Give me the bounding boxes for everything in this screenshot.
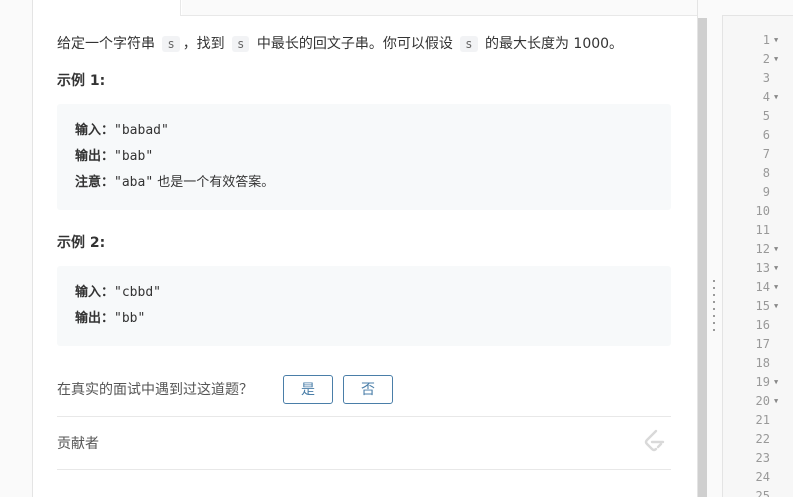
line-number: 25 (755, 488, 770, 497)
line-number-row: 20 ▼ (723, 391, 793, 410)
line-number: 22 (755, 431, 770, 446)
tab-description[interactable] (33, 0, 181, 16)
line-number-row: 19 ▼ (723, 372, 793, 391)
line-number: 8 (762, 165, 770, 180)
line-number-row: 14 ▼ (723, 277, 793, 296)
line-number-row: 7 (723, 144, 793, 163)
line-number: 7 (762, 146, 770, 161)
inline-code-s: s (232, 36, 250, 52)
line-number-row: 8 (723, 163, 793, 182)
line-number-row: 22 (723, 429, 793, 448)
line-number-row: 10 (723, 201, 793, 220)
line-number: 17 (755, 336, 770, 351)
fold-arrow-icon[interactable]: ▼ (774, 93, 788, 101)
line-number: 23 (755, 450, 770, 465)
line-number: 11 (755, 222, 770, 237)
splitter-dot (713, 322, 715, 324)
line-number-row: 24 (723, 467, 793, 486)
description-scrollbar-thumb[interactable] (698, 18, 707, 497)
line-number-row: 12 ▼ (723, 239, 793, 258)
fold-arrow-icon[interactable]: ▼ (774, 245, 788, 253)
line-number-row: 4 ▼ (723, 87, 793, 106)
splitter-dot (713, 301, 715, 303)
line-number-row: 23 (723, 448, 793, 467)
code-editor-panel[interactable]: 1 ▼ 2 ▼ 3 4 ▼ 5 6 7 8 9 10 11 12 ▼ 13 ▼ 14 ▼ 15 ▼ 16 17 18 19 ▼ 20 ▼… (722, 15, 793, 497)
example-1-output: 输出："bab" (75, 149, 154, 164)
line-number-row: 5 (723, 106, 793, 125)
line-number-gutter: 1 ▼ 2 ▼ 3 4 ▼ 5 6 7 8 9 10 11 12 ▼ 13 ▼ 14 ▼ 15 ▼ 16 17 18 19 ▼ 20 ▼… (723, 30, 793, 497)
line-number-row: 21 (723, 410, 793, 429)
contributors-label: 贡献者 (57, 436, 99, 452)
tab-strip-background (182, 0, 697, 15)
panel-resize-handle[interactable] (712, 280, 716, 336)
example-2-box: 输入："cbbd" 输出："bb" (57, 266, 671, 346)
splitter-dot (713, 280, 715, 282)
fold-arrow-icon[interactable]: ▼ (774, 283, 788, 291)
no-button[interactable]: 否 (343, 374, 393, 404)
example-1-box: 输入："babad" 输出："bab" 注意："aba" 也是一个有效答案。 (57, 104, 671, 210)
interview-question-text: 在真实的面试中遇到过这道题？ (57, 382, 253, 398)
inline-code-s: s (162, 36, 180, 52)
inline-code-s: s (460, 36, 478, 52)
contributors-row[interactable]: 贡献者 (57, 417, 671, 469)
line-number: 4 (762, 89, 770, 104)
line-number: 13 (755, 260, 770, 275)
example-2-output: 输出："bb" (75, 311, 146, 326)
line-number: 20 (755, 393, 770, 408)
line-number-row: 6 (723, 125, 793, 144)
line-number-row: 13 ▼ (723, 258, 793, 277)
splitter-dot (713, 287, 715, 289)
interview-question-row: 在真实的面试中遇到过这道题？ 是 否 (57, 374, 671, 404)
line-number: 24 (755, 469, 770, 484)
example-2-title: 示例 2: (57, 235, 106, 251)
fold-arrow-icon[interactable]: ▼ (774, 378, 788, 386)
line-number-row: 17 (723, 334, 793, 353)
line-number: 1 (762, 32, 770, 47)
line-number-row: 9 (723, 182, 793, 201)
fold-arrow-icon[interactable]: ▼ (774, 264, 788, 272)
fold-arrow-icon[interactable]: ▼ (774, 55, 788, 63)
line-number-row: 15 ▼ (723, 296, 793, 315)
example-1-note: 注意："aba" 也是一个有效答案。 (75, 175, 275, 190)
line-number: 2 (762, 51, 770, 66)
line-number: 9 (762, 184, 770, 199)
line-number-row: 11 (723, 220, 793, 239)
line-number-row: 3 (723, 68, 793, 87)
yes-button[interactable]: 是 (283, 374, 333, 404)
line-number: 6 (762, 127, 770, 142)
fold-arrow-icon[interactable]: ▼ (774, 36, 788, 44)
line-number-row: 25 (723, 486, 793, 497)
line-number: 5 (762, 108, 770, 123)
problem-content: 给定一个字符串 s ，找到 s 中最长的回文子串。你可以假设 s 的最大长度为 1… (57, 32, 671, 470)
line-number: 15 (755, 298, 770, 313)
line-number: 10 (755, 203, 770, 218)
line-number-row: 2 ▼ (723, 49, 793, 68)
splitter-dot (713, 308, 715, 310)
splitter-dot (713, 329, 715, 331)
line-number: 3 (762, 70, 770, 85)
line-number: 14 (755, 279, 770, 294)
example-1-title: 示例 1: (57, 73, 106, 89)
line-number-row: 18 (723, 353, 793, 372)
line-number: 12 (755, 241, 770, 256)
splitter-dot (713, 315, 715, 317)
leetcode-logo-icon (641, 428, 667, 458)
splitter-dot (713, 294, 715, 296)
line-number: 21 (755, 412, 770, 427)
line-number: 16 (755, 317, 770, 332)
fold-arrow-icon[interactable]: ▼ (774, 397, 788, 405)
fold-arrow-icon[interactable]: ▼ (774, 302, 788, 310)
example-2-input: 输入："cbbd" (75, 285, 161, 300)
divider (57, 469, 671, 470)
example-1-input: 输入："babad" (75, 123, 169, 138)
line-number: 19 (755, 374, 770, 389)
line-number: 18 (755, 355, 770, 370)
problem-description: 给定一个字符串 s ，找到 s 中最长的回文子串。你可以假设 s 的最大长度为 1… (57, 36, 624, 52)
line-number-row: 16 (723, 315, 793, 334)
panel-tab-strip (33, 0, 697, 16)
line-number-row: 1 ▼ (723, 30, 793, 49)
problem-description-panel: 给定一个字符串 s ，找到 s 中最长的回文子串。你可以假设 s 的最大长度为 1… (32, 0, 698, 497)
